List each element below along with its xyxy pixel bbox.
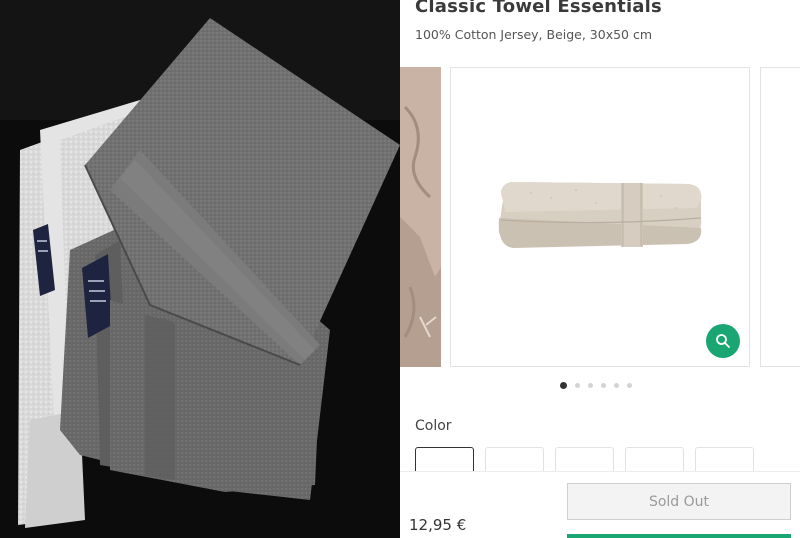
- magnifier-icon: [716, 334, 730, 348]
- previous-slide-picture: [400, 67, 441, 367]
- add-to-cart-button[interactable]: [567, 534, 791, 538]
- previous-slide-image[interactable]: [400, 67, 441, 367]
- image-gallery: [400, 67, 800, 367]
- towel-photo-illustration: [0, 0, 400, 538]
- pagination-dot[interactable]: [614, 382, 619, 388]
- color-label: Color: [415, 418, 452, 434]
- pagination-dot[interactable]: [560, 381, 567, 389]
- next-slide-image[interactable]: [760, 67, 800, 367]
- main-product-image[interactable]: [450, 67, 750, 367]
- product-price: 12,95 €: [409, 516, 467, 534]
- folded-towel-picture: [498, 182, 702, 248]
- pagination-dot[interactable]: [627, 382, 632, 388]
- pagination-dot[interactable]: [588, 382, 593, 388]
- zoom-button[interactable]: [706, 324, 740, 358]
- sold-out-button[interactable]: Sold Out: [567, 483, 791, 520]
- product-panel: Classic Towel Essentials 100% Cotton Jer…: [400, 0, 800, 538]
- product-title: Classic Towel Essentials: [415, 0, 662, 17]
- gallery-pagination: [560, 380, 632, 390]
- towel-photo: [0, 0, 400, 538]
- purchase-bar: 12,95 € Sold Out: [400, 471, 800, 538]
- pagination-dot[interactable]: [575, 382, 580, 388]
- product-subtitle: 100% Cotton Jersey, Beige, 30x50 cm: [415, 27, 653, 42]
- pagination-dot[interactable]: [601, 382, 606, 388]
